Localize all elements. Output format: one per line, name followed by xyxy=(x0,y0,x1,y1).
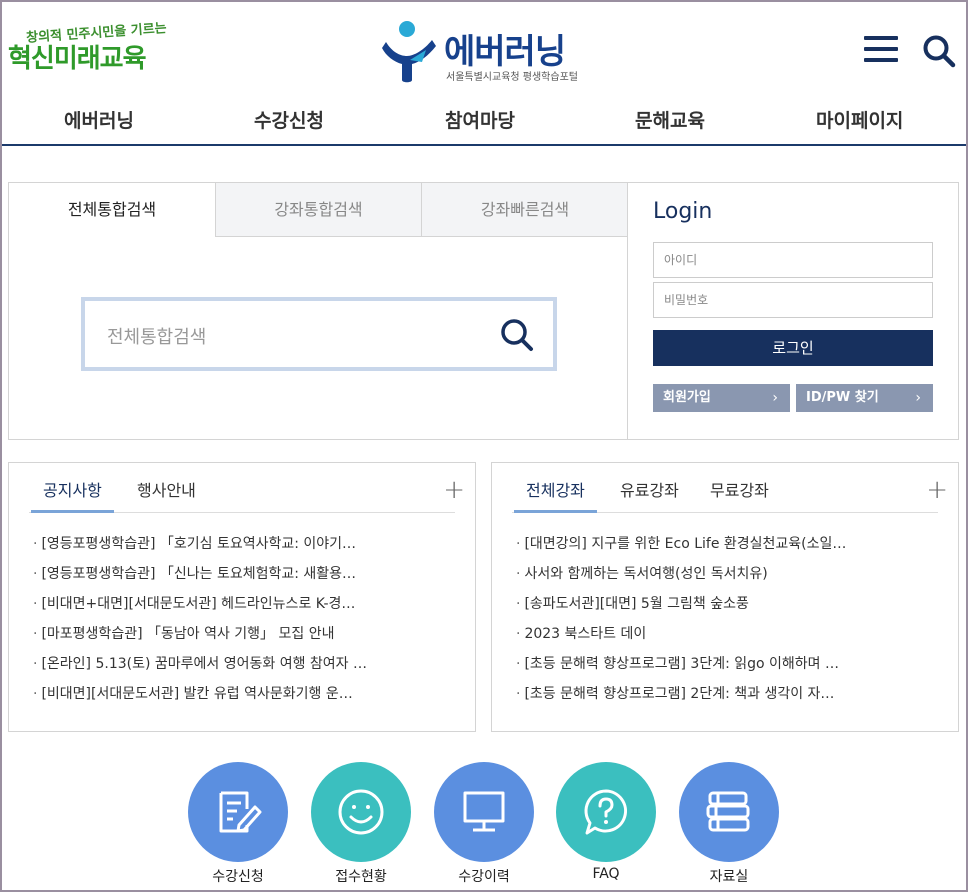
login-button[interactable]: 로그인 xyxy=(653,330,933,366)
list-item[interactable]: · [온라인] 5.13(토) 꿈마루에서 영어동화 여행 참여자 … xyxy=(33,649,463,679)
quick-link-application-status[interactable]: 접수현황 xyxy=(311,762,411,888)
list-item[interactable]: · [대면강의] 지구를 위한 Eco Life 환경실천교육(소일… xyxy=(516,529,946,559)
tab-course-search[interactable]: 강좌통합검색 xyxy=(215,183,421,237)
quick-link-label: 수강신청 xyxy=(212,869,264,885)
search-panel: 전체통합검색 강좌통합검색 강좌빠른검색 전체통합검색 xyxy=(8,182,628,440)
books-icon xyxy=(679,762,779,862)
search-tabs: 전체통합검색 강좌통합검색 강좌빠른검색 xyxy=(9,183,628,237)
nav-item-participation[interactable]: 참여마당 xyxy=(445,106,515,133)
nav-item-mypage[interactable]: 마이페이지 xyxy=(816,106,903,133)
notice-list: · [영등포평생학습관] 「호기심 토요역사학교: 이야기… · [영등포평생학습관… xyxy=(33,529,463,709)
tab-integrated-search[interactable]: 전체통합검색 xyxy=(9,183,215,237)
brand-name: 에버러닝 xyxy=(444,32,566,72)
course-board: 전체강좌 유료강좌 무료강좌 + · [대면강의] 지구를 위한 Eco Life… xyxy=(491,462,959,732)
question-bubble-icon xyxy=(556,762,656,862)
logo-mark-icon xyxy=(382,21,436,83)
list-item[interactable]: · [비대면+대면][서대문도서관] 헤드라인뉴스로 K-경… xyxy=(33,589,463,619)
list-item[interactable]: · [초등 문해력 향상프로그램] 3단계: 읽go 이해하며 … xyxy=(516,649,946,679)
tab-notices[interactable]: 공지사항 xyxy=(31,463,114,513)
header-search-icon[interactable] xyxy=(922,34,956,68)
tab-paid-courses[interactable]: 유료강좌 xyxy=(608,463,691,513)
nav-item-everlearning[interactable]: 에버러닝 xyxy=(64,106,134,133)
signup-label: 회원가입 xyxy=(663,390,711,405)
quick-link-label: FAQ xyxy=(592,866,620,882)
quick-link-label: 접수현황 xyxy=(335,869,387,885)
chevron-right-icon: › xyxy=(915,390,921,406)
everlearning-logo[interactable]: 에버러닝 서울특별시교육청 평생학습포털 xyxy=(380,20,600,84)
search-input[interactable]: 전체통합검색 xyxy=(81,297,557,371)
login-title: Login xyxy=(653,199,713,224)
quick-link-archive[interactable]: 자료실 xyxy=(679,762,779,888)
course-tabbar: 전체강좌 유료강좌 무료강좌 xyxy=(512,463,938,513)
search-placeholder: 전체통합검색 xyxy=(107,327,207,348)
nav-item-literacy[interactable]: 문해교육 xyxy=(635,106,705,133)
course-list: · [대면강의] 지구를 위한 Eco Life 환경실천교육(소일… · 사서와 … xyxy=(516,529,946,709)
nav-item-course-application[interactable]: 수강신청 xyxy=(254,106,324,133)
list-item[interactable]: · [송파도서관][대면] 5월 그림책 숲소풍 xyxy=(516,589,946,619)
user-id-field[interactable]: 아이디 xyxy=(653,242,933,278)
tab-free-courses[interactable]: 무료강좌 xyxy=(698,463,781,513)
find-id-pw-button[interactable]: ID/PW 찾기 › xyxy=(796,384,933,412)
quick-link-faq[interactable]: FAQ xyxy=(556,762,656,888)
monitor-icon xyxy=(434,762,534,862)
quick-link-label: 자료실 xyxy=(709,869,749,885)
password-field[interactable]: 비밀번호 xyxy=(653,282,933,318)
notice-board: 공지사항 행사안내 + · [영등포평생학습관] 「호기심 토요역사학교: 이야기… xyxy=(8,462,476,732)
tab-all-courses[interactable]: 전체강좌 xyxy=(514,463,597,513)
list-item[interactable]: · [초등 문해력 향상프로그램] 2단계: 책과 생각이 자… xyxy=(516,679,946,709)
main-nav: 에버러닝 수강신청 참여마당 문해교육 마이페이지 xyxy=(0,100,968,140)
notice-tabbar: 공지사항 행사안내 xyxy=(29,463,455,513)
find-id-pw-label: ID/PW 찾기 xyxy=(806,390,879,405)
site-header: 창의적 민주시민을 기르는 혁신미래교육 에버러닝 서울특별시교육청 평생학습포… xyxy=(0,0,968,146)
quick-link-course-history[interactable]: 수강이력 xyxy=(434,762,534,888)
search-icon[interactable] xyxy=(499,317,535,357)
edit-document-icon xyxy=(188,762,288,862)
list-item[interactable]: · [영등포평생학습관] 「호기심 토요역사학교: 이야기… xyxy=(33,529,463,559)
smiley-icon xyxy=(311,762,411,862)
tab-quick-course-search[interactable]: 강좌빠른검색 xyxy=(421,183,628,237)
list-item[interactable]: · 사서와 함께하는 독서여행(성인 독서치유) xyxy=(516,559,946,589)
quick-link-course-apply[interactable]: 수강신청 xyxy=(188,762,288,888)
slogan-main-text: 혁신미래교육 xyxy=(8,44,147,74)
login-panel: Login 아이디 비밀번호 로그인 회원가입 › ID/PW 찾기 › xyxy=(627,182,959,440)
more-notices-icon[interactable]: + xyxy=(443,475,465,505)
signup-button[interactable]: 회원가입 › xyxy=(653,384,790,412)
chevron-right-icon: › xyxy=(772,390,778,406)
brand-subtitle: 서울특별시교육청 평생학습포털 xyxy=(446,72,578,83)
slogan-logo[interactable]: 창의적 민주시민을 기르는 혁신미래교육 xyxy=(8,21,168,78)
quick-link-label: 수강이력 xyxy=(458,869,510,885)
list-item[interactable]: · 2023 북스타트 데이 xyxy=(516,619,946,649)
more-courses-icon[interactable]: + xyxy=(926,475,948,505)
list-item[interactable]: · [영등포평생학습관] 「신나는 토요체험학교: 새활용… xyxy=(33,559,463,589)
list-item[interactable]: · [마포평생학습관] 「동남아 역사 기행」 모집 안내 xyxy=(33,619,463,649)
tab-events[interactable]: 행사안내 xyxy=(125,463,208,513)
list-item[interactable]: · [비대면][서대문도서관] 발칸 유럽 역사문화기행 운… xyxy=(33,679,463,709)
hamburger-menu-icon[interactable] xyxy=(864,36,898,68)
